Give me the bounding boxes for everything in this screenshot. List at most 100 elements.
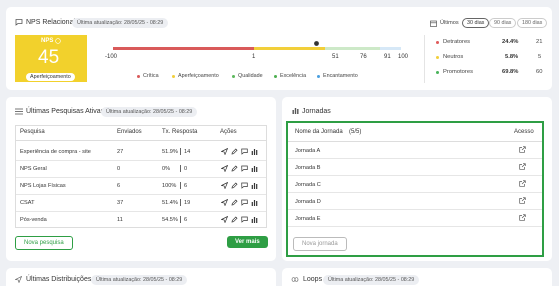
nps-zone-label: Aperfeiçoamento (26, 73, 75, 81)
neutros-count: 5 (538, 54, 542, 60)
legend-aperfeicoamento: Aperfeiçoamento (178, 73, 219, 79)
chart-icon[interactable] (251, 165, 258, 172)
table-row: Pós-venda 11 54.5% 6 (16, 212, 266, 229)
neutros-label: Neutros (443, 54, 464, 60)
send-icon[interactable] (221, 199, 228, 206)
legend-dot-excelencia (274, 75, 277, 78)
nps-title: NPS Relacional (26, 19, 76, 26)
comment-icon[interactable] (241, 182, 248, 189)
new-survey-button[interactable]: Nova pesquisa (15, 236, 73, 250)
period-90-button[interactable]: 90 dias (489, 18, 517, 28)
chart-icon[interactable] (251, 199, 258, 206)
list-item: Jornada E (288, 210, 542, 227)
rate-separator (180, 199, 181, 206)
external-link-icon[interactable] (519, 197, 526, 204)
nps-score-label: NPS (41, 38, 54, 44)
new-journey-button[interactable]: Nova jornada (293, 237, 347, 251)
table-row: NPS Lojas Físicas 6 100% 6 (16, 178, 266, 195)
edit-icon[interactable] (231, 182, 238, 189)
distributions-card: Últimas Distribuições Última atualização… (6, 268, 276, 286)
nps-last-update: Última atualização: 28/05/25 - 08:29 (72, 18, 169, 28)
survey-sent: 0 (117, 166, 121, 172)
nps-card: NPS Relacional Última atualização: 28/05… (6, 7, 552, 90)
send-icon[interactable] (221, 182, 228, 189)
info-icon (55, 38, 61, 44)
survey-name[interactable]: Experiência de compra - site (20, 149, 91, 155)
comment-icon[interactable] (241, 148, 248, 155)
external-link-icon[interactable] (519, 180, 526, 187)
survey-rate: 51.4% (162, 200, 178, 206)
list-item: Jornada B (288, 159, 542, 176)
send-icon[interactable] (221, 216, 228, 223)
col-tx-resposta: Tx. Resposta (162, 129, 198, 135)
external-link-icon[interactable] (519, 214, 526, 221)
rate-separator (180, 216, 181, 223)
period-label: Últimos (440, 20, 459, 26)
scale-tick: 1 (252, 54, 256, 60)
promotores-dot (436, 71, 439, 74)
legend-dot-aperfeicoamento (172, 75, 175, 78)
legend-critica: Crítica (143, 73, 159, 79)
scale-tick: 100 (398, 54, 409, 60)
neutros-dot (436, 56, 439, 59)
scale-tick: 76 (360, 54, 367, 60)
survey-responses: 6 (184, 217, 188, 223)
journey-name[interactable]: Jornada E (295, 216, 321, 222)
edit-icon[interactable] (231, 148, 238, 155)
journey-name[interactable]: Jornada C (295, 182, 321, 188)
legend-dot-encantamento (317, 75, 320, 78)
journey-name[interactable]: Jornada B (295, 165, 321, 171)
detratores-dot (436, 41, 439, 44)
period-180-button[interactable]: 180 dias (517, 18, 548, 28)
survey-name[interactable]: NPS Lojas Físicas (20, 183, 66, 189)
survey-name[interactable]: NPS Geral (20, 166, 47, 172)
chart-icon[interactable] (251, 216, 258, 223)
edit-icon[interactable] (231, 199, 238, 206)
nps-scale-bar (113, 41, 401, 50)
table-row: Experiência de compra - site 27 51.9% 14 (16, 144, 266, 161)
edit-icon[interactable] (231, 165, 238, 172)
survey-responses: 0 (184, 166, 188, 172)
send-icon (15, 276, 22, 283)
send-icon[interactable] (221, 148, 228, 155)
comment-icon[interactable] (241, 165, 248, 172)
period-30-button[interactable]: 30 dias (462, 18, 490, 28)
see-more-button[interactable]: Ver mais (227, 236, 268, 248)
legend-encantamento: Encantamento (323, 73, 358, 79)
list-item: Jornada C (288, 176, 542, 193)
row-divider (288, 226, 542, 227)
promotores-count: 60 (536, 69, 543, 75)
edit-icon[interactable] (231, 216, 238, 223)
survey-name[interactable]: Pós-venda (20, 217, 47, 223)
chat-icon (15, 18, 23, 26)
surveys-table: Pesquisa Enviados Tx. Resposta Ações Exp… (15, 125, 267, 228)
survey-rate: 100% (162, 183, 177, 189)
loop-icon (291, 276, 299, 283)
nps-breakdown: Detratores 24.4% 21 Neutros 5.8% 5 Promo… (434, 37, 546, 83)
rate-separator (180, 165, 181, 172)
col-pesquisa: Pesquisa (20, 129, 45, 135)
comment-icon[interactable] (241, 216, 248, 223)
col-enviados: Enviados (117, 129, 142, 135)
survey-sent: 37 (117, 200, 124, 206)
list-item: Jornada A (288, 142, 542, 159)
journey-name[interactable]: Jornada D (295, 199, 321, 205)
external-link-icon[interactable] (519, 163, 526, 170)
survey-name[interactable]: CSAT (20, 200, 35, 206)
external-link-icon[interactable] (519, 146, 526, 153)
detratores-label: Detratores (443, 39, 471, 45)
rate-separator (180, 182, 181, 189)
col-journey-name: Nome da Jornada (295, 129, 343, 135)
scale-tick: 51 (332, 54, 339, 60)
comment-icon[interactable] (241, 199, 248, 206)
legend-excelencia: Excelência (280, 73, 307, 79)
send-icon[interactable] (221, 165, 228, 172)
chart-icon[interactable] (251, 148, 258, 155)
distributions-last-update: Última atualização: 28/05/25 - 08:29 (91, 275, 188, 285)
chart-icon[interactable] (251, 182, 258, 189)
journey-name[interactable]: Jornada A (295, 148, 320, 154)
survey-sent: 11 (117, 217, 123, 223)
scale-tick: 91 (384, 54, 391, 60)
surveys-title: Últimas Pesquisas Ativas (26, 108, 105, 115)
survey-responses: 19 (184, 200, 191, 206)
